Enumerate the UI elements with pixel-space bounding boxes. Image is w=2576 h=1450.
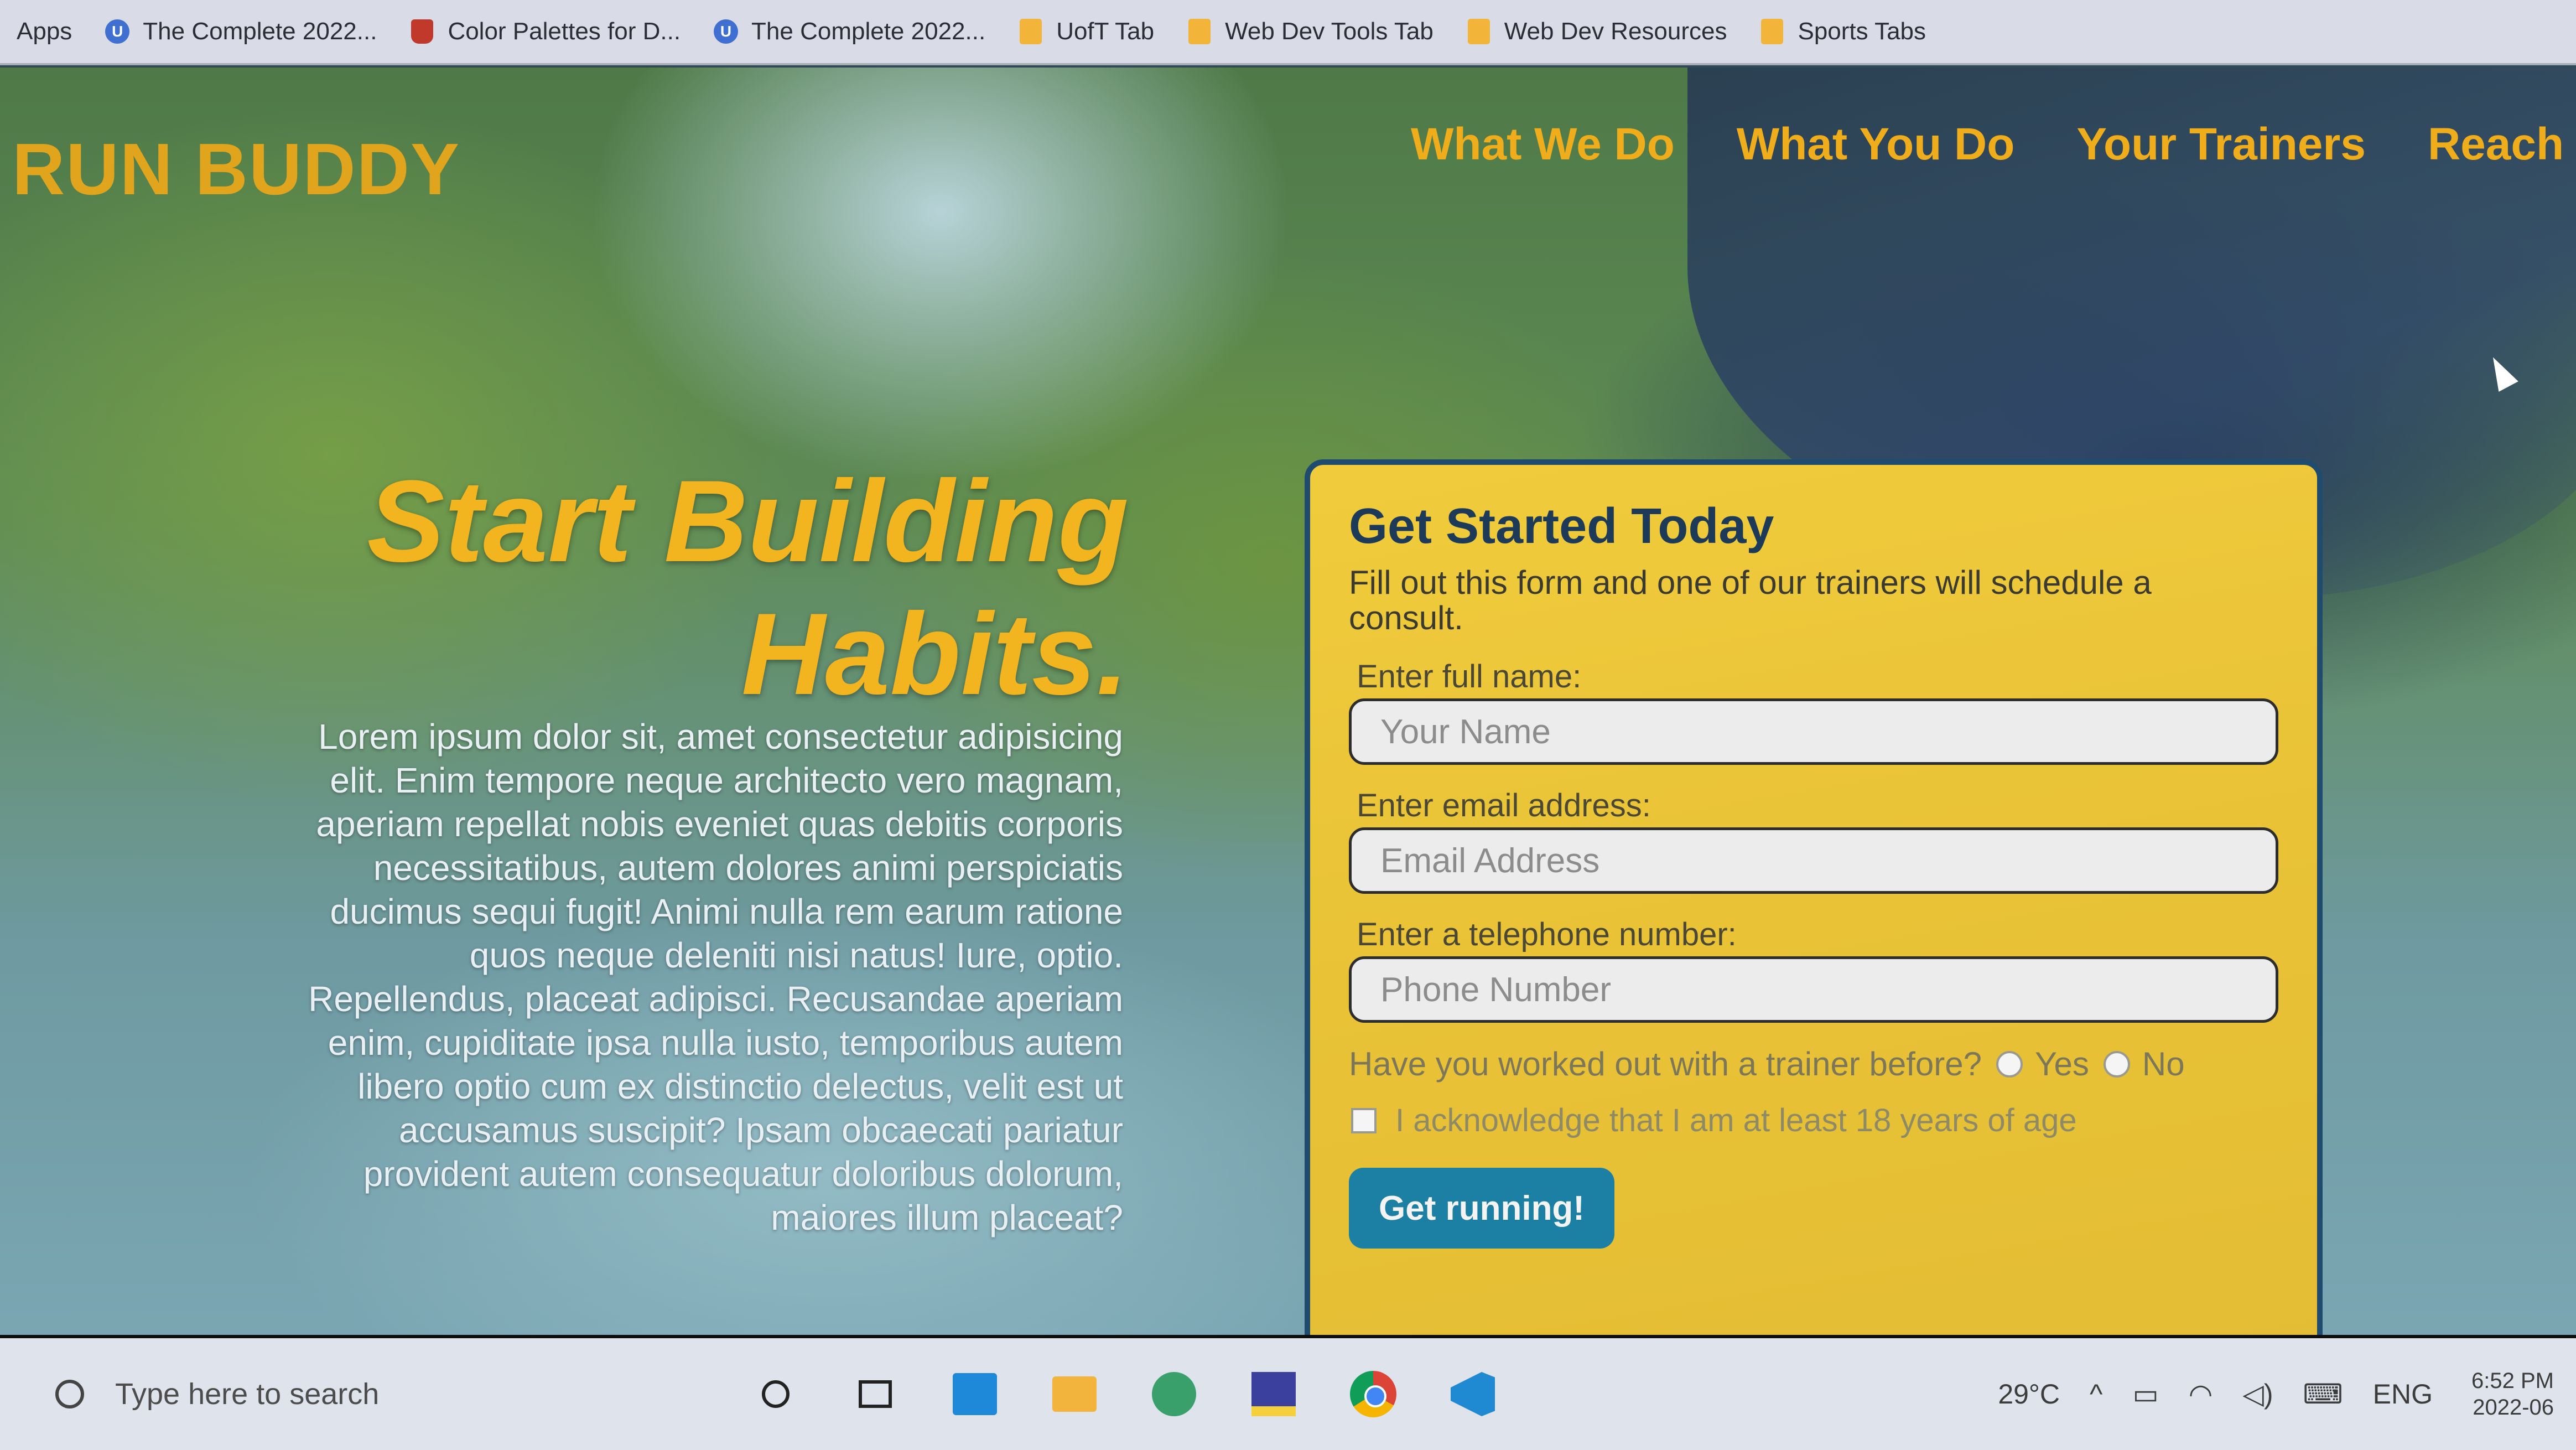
hero-headline: Start Building Habits.: [332, 455, 1129, 721]
email-input[interactable]: [1349, 827, 2278, 894]
clock[interactable]: 6:52 PM 2022-06: [2471, 1368, 2554, 1421]
keyboard-icon[interactable]: ⌨: [2303, 1378, 2343, 1410]
name-label: Enter full name:: [1357, 659, 1582, 695]
sticky-notes-icon[interactable]: [1250, 1371, 1297, 1417]
folder-icon: [1017, 18, 1044, 45]
age-ack-label: I acknowledge that I am at least 18 year…: [1395, 1102, 2077, 1138]
search-icon: [55, 1380, 84, 1408]
folder-icon: [1759, 18, 1785, 45]
phone-input[interactable]: [1349, 956, 2278, 1023]
site-icon: U: [713, 18, 739, 45]
bookmarks-bar: Apps U The Complete 2022... Color Palett…: [0, 0, 2576, 65]
bookmark-apps-label: Apps: [17, 18, 72, 45]
folder-icon: [1466, 18, 1492, 45]
trainer-question-row: Have you worked out with a trainer befor…: [1349, 1045, 2278, 1083]
nav-your-trainers[interactable]: Your Trainers: [2076, 118, 2366, 170]
task-view-icon[interactable]: [852, 1371, 899, 1417]
chevron-up-icon[interactable]: ^: [2090, 1378, 2102, 1410]
bookmark-label: The Complete 2022...: [143, 18, 377, 45]
bookmark-item[interactable]: U The Complete 2022...: [104, 18, 377, 45]
nav-reach-out[interactable]: Reach Ou: [2428, 118, 2576, 170]
form-title: Get Started Today: [1349, 499, 1774, 554]
taskbar: Type here to search 29°C ^ ▭ ◠ ◁) ⌨ ENG …: [0, 1335, 2576, 1450]
bookmark-folder[interactable]: Sports Tabs: [1759, 18, 1926, 45]
bookmark-label: Web Dev Resources: [1504, 18, 1727, 45]
phone-label: Enter a telephone number:: [1357, 916, 1737, 952]
submit-button[interactable]: Get running!: [1349, 1168, 1614, 1249]
store-icon[interactable]: [952, 1371, 998, 1417]
bookmark-label: The Complete 2022...: [751, 18, 986, 45]
clock-date: 2022-06: [2473, 1395, 2554, 1420]
browser-icon[interactable]: [1151, 1371, 1197, 1417]
file-explorer-icon[interactable]: [1051, 1371, 1098, 1417]
taskbar-apps: [752, 1371, 1549, 1417]
bookmark-label: Sports Tabs: [1798, 18, 1926, 45]
taskbar-search-placeholder: Type here to search: [115, 1378, 380, 1411]
nav-what-you-do[interactable]: What You Do: [1737, 118, 2015, 170]
system-tray: 29°C ^ ▭ ◠ ◁) ⌨ ENG 6:52 PM 2022-06: [1968, 1338, 2554, 1450]
language-indicator[interactable]: ENG: [2373, 1378, 2433, 1410]
nav-what-we-do[interactable]: What We Do: [1411, 118, 1675, 170]
radio-no-label: No: [2142, 1045, 2185, 1083]
hero-body-text: Lorem ipsum dolor sit, amet consectetur …: [308, 717, 1123, 1237]
site-icon: [409, 18, 435, 45]
name-input[interactable]: [1349, 698, 2278, 765]
headline-line-1: Start Building: [367, 456, 1129, 586]
clock-time: 6:52 PM: [2471, 1369, 2554, 1393]
vscode-icon[interactable]: [1450, 1371, 1496, 1417]
bookmark-label: Color Palettes for D...: [448, 18, 681, 45]
main-nav: What We Do What You Do Your Trainers Rea…: [1411, 118, 2576, 170]
bookmark-label: UofT Tab: [1056, 18, 1155, 45]
headline-line-2: Habits.: [741, 589, 1129, 719]
volume-icon[interactable]: ◁): [2242, 1378, 2273, 1410]
weather-temperature[interactable]: 29°C: [1998, 1378, 2060, 1410]
bookmark-item[interactable]: Color Palettes for D...: [409, 18, 681, 45]
signup-form-card: Get Started Today Fill out this form and…: [1305, 459, 2323, 1361]
email-label: Enter email address:: [1357, 788, 1651, 824]
cortana-icon[interactable]: [752, 1371, 799, 1417]
wifi-icon[interactable]: ◠: [2189, 1378, 2213, 1410]
radio-yes-label: Yes: [2034, 1045, 2089, 1083]
bookmark-folder[interactable]: UofT Tab: [1017, 18, 1154, 45]
age-ack-row: I acknowledge that I am at least 18 year…: [1349, 1102, 2278, 1139]
bookmark-item[interactable]: U The Complete 2022...: [713, 18, 985, 45]
trainer-question: Have you worked out with a trainer befor…: [1349, 1045, 1982, 1083]
taskbar-search[interactable]: Type here to search: [55, 1377, 664, 1411]
radio-no[interactable]: [2103, 1050, 2130, 1078]
form-subtitle: Fill out this form and one of our traine…: [1349, 564, 2152, 636]
age-ack-checkbox[interactable]: [1351, 1107, 1377, 1133]
battery-icon[interactable]: ▭: [2133, 1378, 2159, 1410]
bookmark-folder[interactable]: Web Dev Tools Tab: [1186, 18, 1434, 45]
radio-yes[interactable]: [1996, 1050, 2023, 1078]
bookmark-label: Web Dev Tools Tab: [1225, 18, 1434, 45]
bookmark-apps[interactable]: Apps: [17, 18, 72, 45]
bookmark-folder[interactable]: Web Dev Resources: [1466, 18, 1727, 45]
site-icon: U: [104, 18, 131, 45]
folder-icon: [1186, 18, 1213, 45]
site-logo[interactable]: RUN BUDDY: [12, 127, 460, 211]
chrome-icon[interactable]: [1350, 1371, 1396, 1417]
